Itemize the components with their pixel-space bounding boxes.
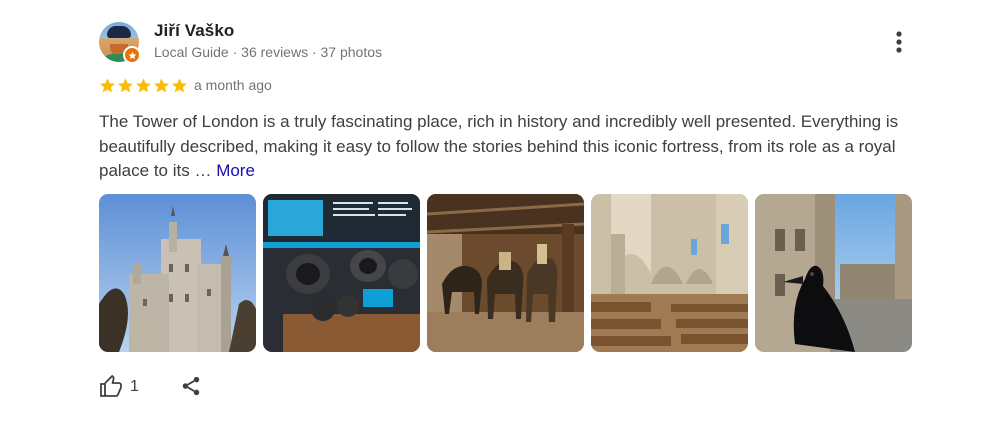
more-vert-icon	[896, 31, 902, 53]
share-button[interactable]	[180, 375, 204, 399]
more-link[interactable]: More	[216, 161, 255, 180]
star-icon	[100, 78, 115, 93]
review-card: Jiří Vaško Local Guide · 36 reviews · 37…	[0, 0, 982, 422]
thumbs-up-icon	[100, 375, 122, 397]
photo-chapel-interior[interactable]	[591, 194, 748, 352]
star-icon	[118, 78, 133, 93]
photo-strip	[99, 194, 912, 352]
star-icon	[172, 78, 187, 93]
share-icon	[182, 376, 200, 396]
photo-white-tower[interactable]	[99, 194, 256, 352]
star-icon	[154, 78, 169, 93]
author-name[interactable]: Jiří Vaško	[154, 21, 234, 41]
like-button[interactable]: 1	[99, 374, 139, 400]
review-date: a month ago	[194, 77, 272, 93]
star-icon	[136, 78, 151, 93]
photo-line-of-kings[interactable]	[427, 194, 584, 352]
local-guide-star-icon	[123, 46, 141, 64]
review-text: The Tower of London is a truly fascinati…	[99, 110, 919, 184]
like-count: 1	[130, 378, 139, 395]
more-options-button[interactable]	[884, 28, 914, 56]
photo-cannons-exhibit[interactable]	[263, 194, 420, 352]
avatar[interactable]	[99, 22, 141, 64]
author-meta: Local Guide · 36 reviews · 37 photos	[154, 44, 383, 60]
star-rating	[99, 77, 188, 94]
photo-raven[interactable]	[755, 194, 912, 352]
